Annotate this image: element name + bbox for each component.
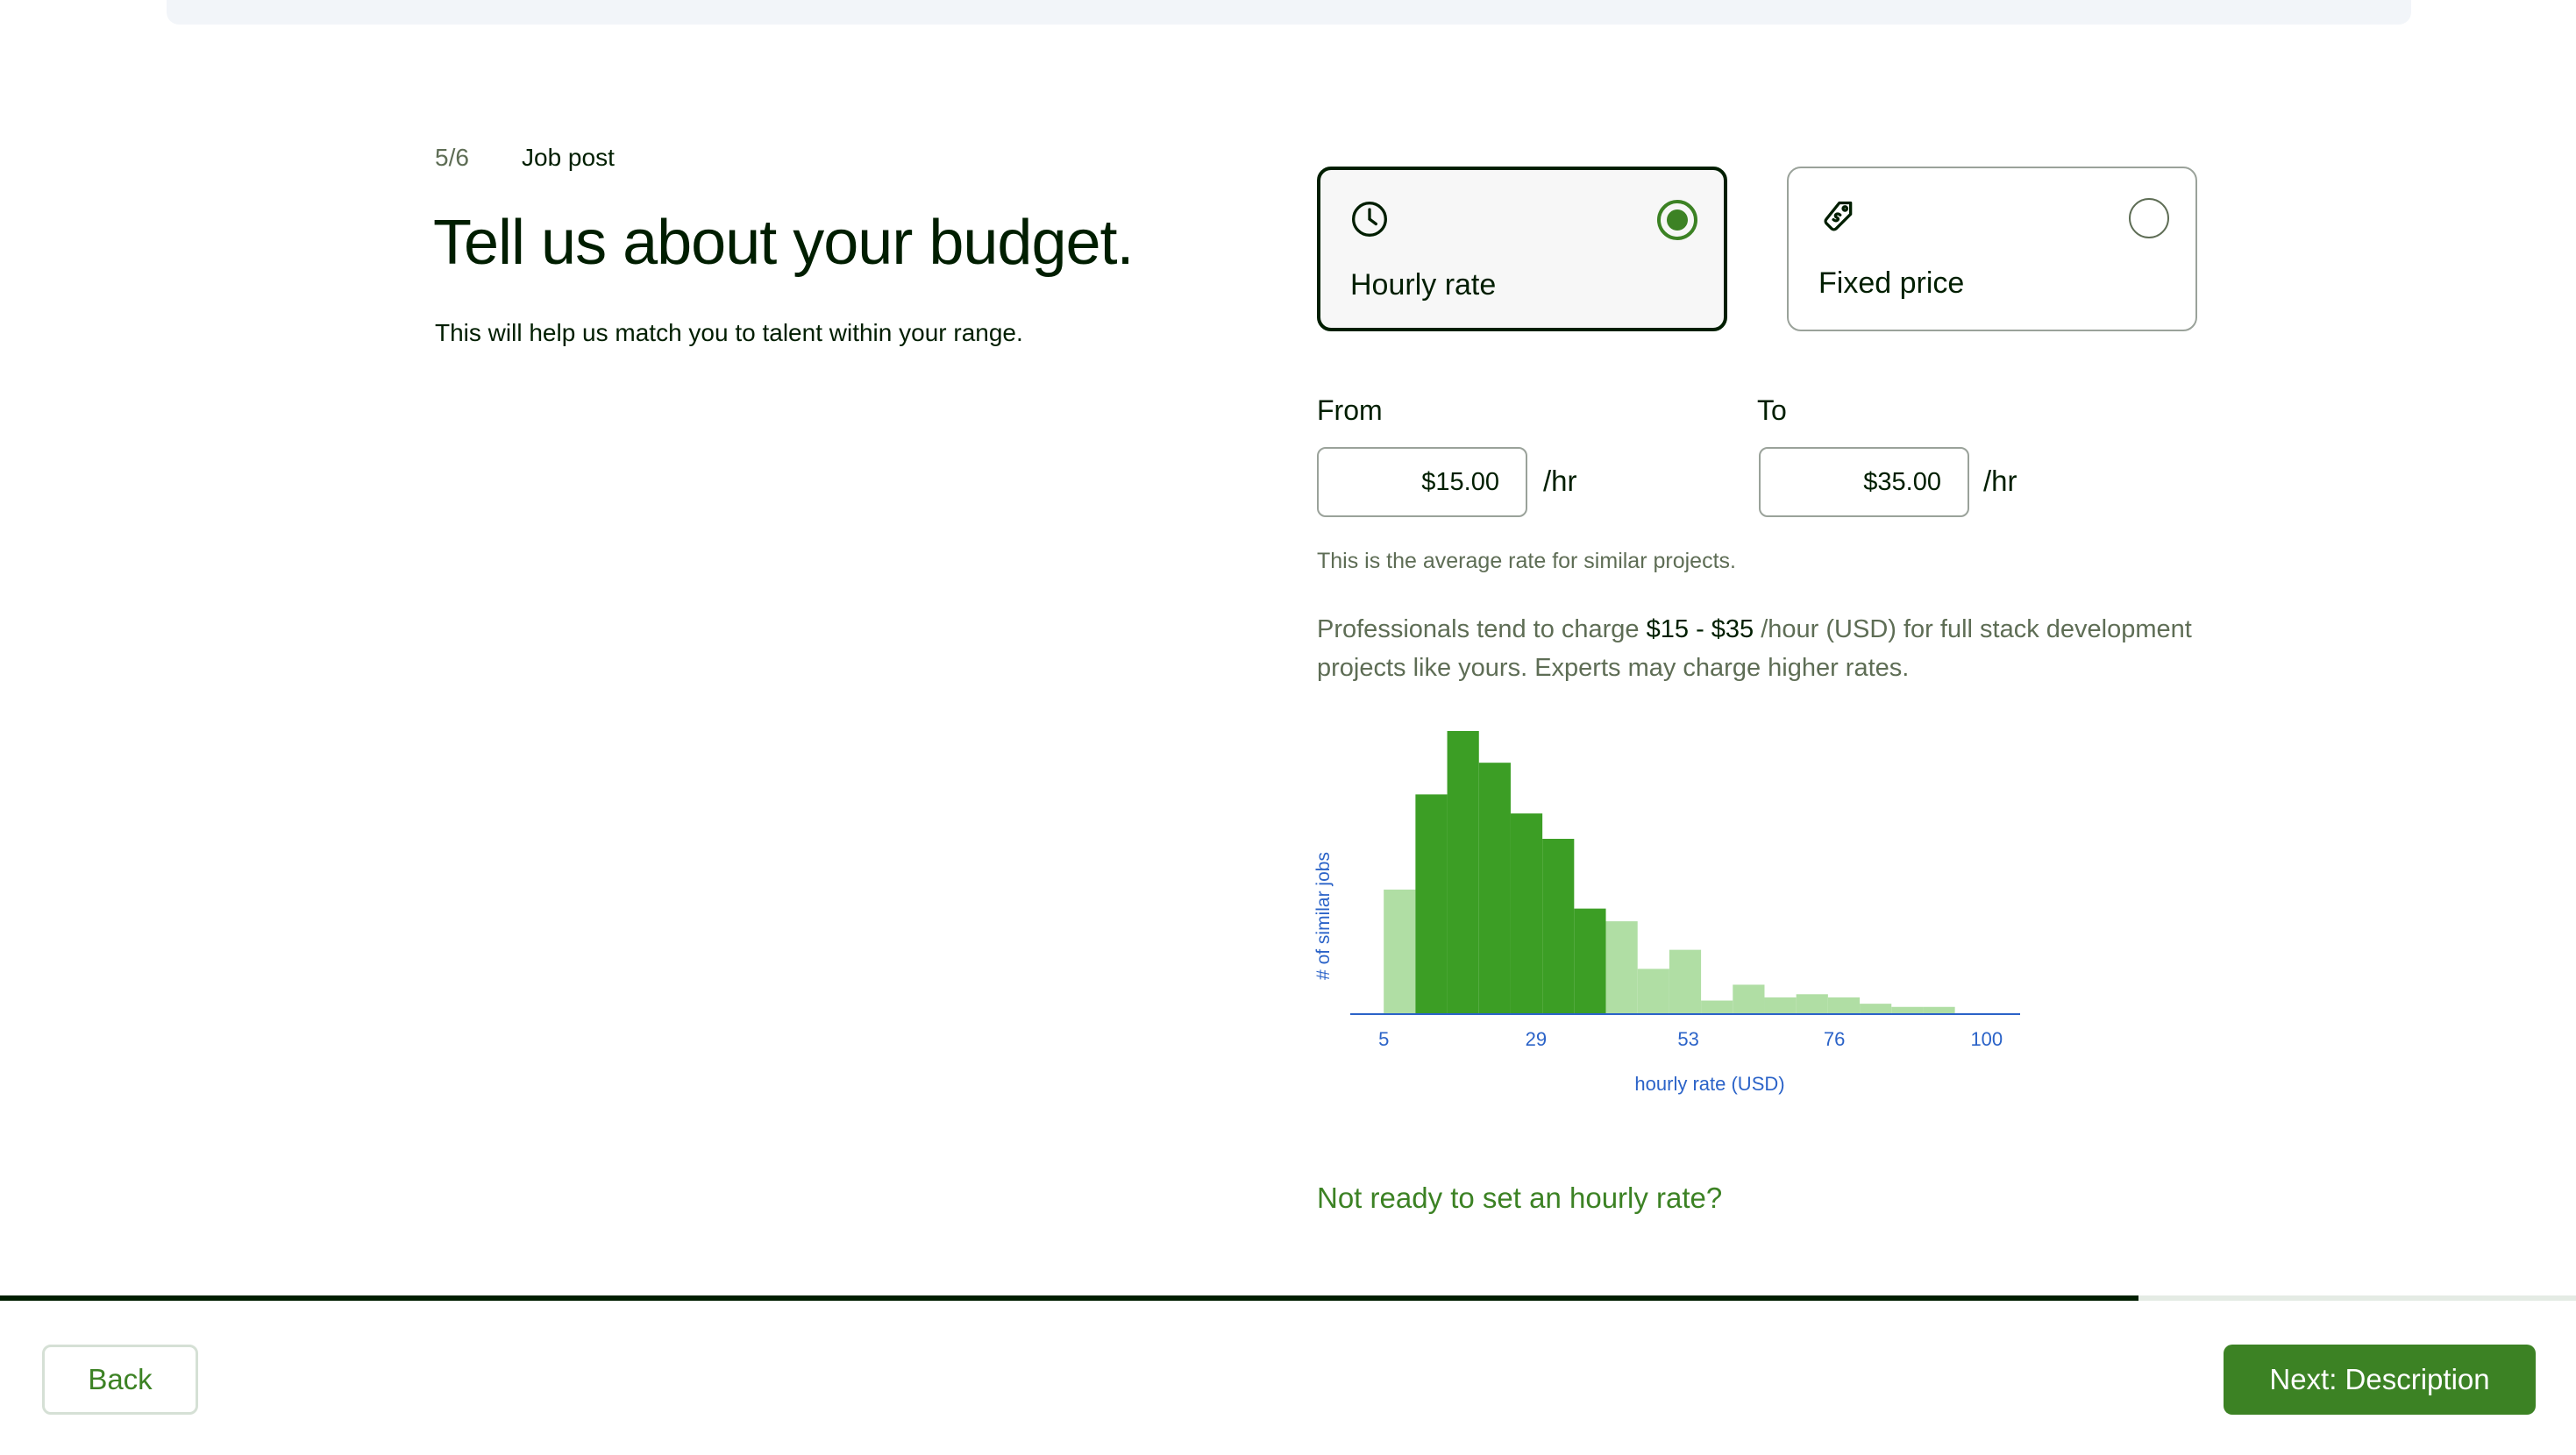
histogram-bar <box>1733 984 1765 1013</box>
histogram-bar <box>1701 1000 1733 1013</box>
histogram-bar <box>1764 997 1797 1013</box>
histogram-bar <box>1827 997 1861 1013</box>
fixed-price-option[interactable]: Fixed price <box>1787 167 2197 331</box>
average-rate-note: This is the average rate for similar pro… <box>1317 549 1736 573</box>
histogram-bar <box>1384 889 1416 1013</box>
x-tick-label: 53 <box>1677 1028 1698 1050</box>
not-ready-link[interactable]: Not ready to set an hourly rate? <box>1317 1182 1722 1215</box>
note-prefix: Professionals tend to charge <box>1317 615 1647 643</box>
page-subtitle: This will help us match you to talent wi… <box>435 319 1023 346</box>
x-axis-ticks: 5 29 53 76 100 <box>1378 1028 2003 1050</box>
from-rate-input[interactable] <box>1317 447 1527 517</box>
histogram-bar <box>1796 994 1828 1013</box>
histogram-bar <box>1574 908 1606 1013</box>
professionals-rate-note: Professionals tend to charge $15 - $35 /… <box>1317 610 2202 687</box>
x-tick-label: 29 <box>1526 1028 1547 1050</box>
histogram-bar <box>1542 839 1575 1013</box>
histogram-bar <box>1415 794 1448 1013</box>
histogram-bar <box>1669 949 1702 1013</box>
x-tick-label: 76 <box>1824 1028 1845 1050</box>
rate-histogram: 5 29 53 76 100 # of similar jobs hourly rate… <box>1313 731 2020 1095</box>
from-label: From <box>1317 394 1383 426</box>
x-axis-label: hourly rate (USD) <box>1634 1073 1784 1095</box>
to-unit: /hr <box>1983 465 2017 497</box>
histogram-bar <box>1447 731 1479 1013</box>
to-label: To <box>1757 394 1787 426</box>
progress-fill <box>0 1295 2138 1301</box>
next-button[interactable]: Next: Description <box>2224 1345 2536 1415</box>
back-button[interactable]: Back <box>42 1345 198 1415</box>
top-banner <box>167 0 2411 25</box>
clock-icon <box>1352 202 1387 237</box>
histogram-bar <box>1478 763 1511 1013</box>
note-range: $15 - $35 <box>1646 615 1754 643</box>
price-tag-icon <box>1824 201 1853 231</box>
page-title: Tell us about your budget. <box>433 208 1135 278</box>
x-tick-label: 5 <box>1378 1028 1389 1050</box>
histogram-bar <box>1510 813 1543 1013</box>
hourly-rate-option[interactable]: Hourly rate <box>1317 167 1727 331</box>
histogram-bar <box>1860 1004 1892 1013</box>
histogram-bars <box>1384 731 1955 1013</box>
step-title: Job post <box>522 144 615 171</box>
progress-bar <box>0 1295 2576 1301</box>
histogram-bar <box>1923 1006 1955 1013</box>
histogram-bar <box>1891 1006 1924 1013</box>
to-rate-input[interactable] <box>1759 447 1969 517</box>
fixed-price-label: Fixed price <box>1818 266 1965 300</box>
x-tick-label: 100 <box>1970 1028 2003 1050</box>
hourly-rate-radio[interactable] <box>1657 200 1697 240</box>
histogram-bar <box>1605 921 1638 1013</box>
from-unit: /hr <box>1543 465 1577 497</box>
fixed-price-radio[interactable] <box>2129 198 2169 238</box>
hourly-rate-label: Hourly rate <box>1350 268 1497 302</box>
step-counter: 5/6 <box>435 144 469 171</box>
y-axis-label: # of similar jobs <box>1313 852 1334 980</box>
histogram-bar <box>1637 969 1669 1013</box>
